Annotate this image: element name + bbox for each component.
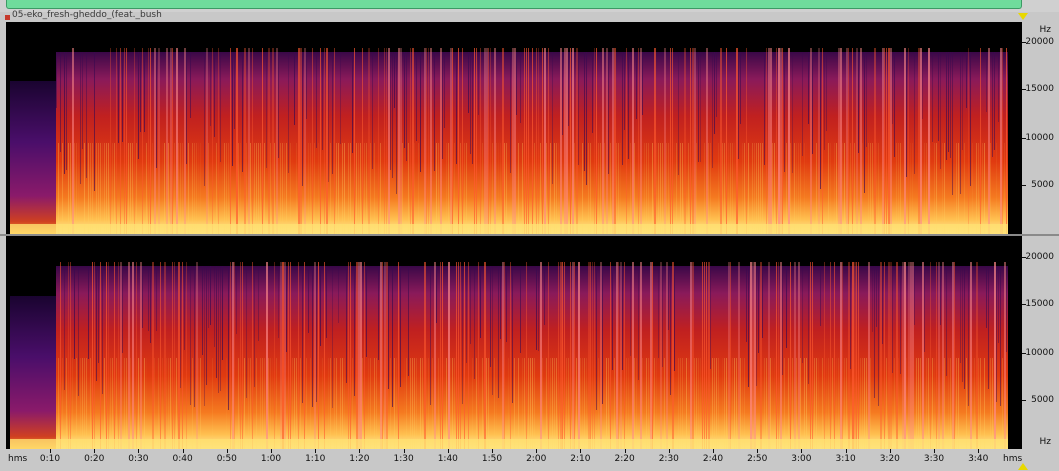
time-tick-label: 3:00 — [791, 454, 812, 464]
track-title: 05-eko_fresh-gheddo_(feat._bush — [12, 10, 162, 20]
time-tick-label: 1:20 — [349, 454, 370, 464]
time-tick-label: 3:20 — [879, 454, 900, 464]
spectrogram-channel-right[interactable] — [6, 236, 1022, 449]
time-tick-label: 0:20 — [84, 454, 105, 464]
freq-tick — [1022, 400, 1026, 401]
time-tick-label: 0:50 — [216, 454, 237, 464]
time-tick — [536, 449, 538, 453]
time-tick-label: 2:40 — [702, 454, 724, 464]
time-tick-label: 1:00 — [260, 454, 282, 464]
time-tick — [934, 449, 935, 453]
spectrogram-channel-left[interactable] — [6, 22, 1022, 234]
time-tick-label: 1:40 — [437, 454, 458, 464]
time-tick-label: 2:10 — [570, 454, 591, 464]
freq-tick-label: 5000 — [1031, 395, 1054, 405]
time-tick — [94, 449, 96, 453]
time-tick-label: 3:40 — [968, 454, 989, 464]
time-tick — [624, 449, 626, 453]
track-marker-icon — [5, 15, 10, 20]
time-tick-label: 2:00 — [526, 454, 547, 464]
time-tick-label: 2:30 — [658, 454, 679, 464]
frequency-axis-left-channel: Hz 20000 15000 10000 5000 — [1022, 22, 1059, 234]
spectrogram-right-canvas[interactable] — [6, 236, 1022, 449]
freq-tick — [1022, 185, 1026, 186]
time-tick-label: 3:30 — [923, 454, 945, 464]
freq-tick-label: 5000 — [1031, 180, 1054, 190]
scrollbar-thumb[interactable] — [6, 0, 1022, 9]
time-tick — [138, 449, 140, 453]
freq-tick-label: 20000 — [1025, 37, 1054, 47]
time-tick — [359, 449, 361, 453]
time-tick — [713, 449, 714, 453]
time-tick — [668, 449, 670, 453]
spectrogram-left-canvas[interactable] — [6, 22, 1022, 234]
freq-tick-label: 15000 — [1025, 299, 1054, 309]
time-tick-label: 2:50 — [747, 454, 768, 464]
time-tick-label: 0:30 — [128, 454, 149, 464]
time-tick — [447, 449, 449, 453]
time-tick-label: 1:30 — [393, 454, 414, 464]
time-unit-label: hms — [8, 454, 28, 464]
freq-unit-label: Hz — [1039, 25, 1052, 35]
time-tick — [315, 449, 317, 453]
time-tick-label: 0:40 — [172, 454, 193, 464]
time-tick-label: 0:10 — [39, 454, 61, 464]
time-tick — [403, 449, 405, 453]
freq-tick-label: 10000 — [1025, 133, 1054, 143]
time-tick-label: 3:10 — [835, 454, 856, 464]
playhead-marker-icon[interactable] — [1018, 13, 1028, 20]
time-ruler[interactable]: hms hms 0:10 0:20 0:30 0:40 0:50 1:00 1:10 1:20… — [0, 449, 1059, 471]
time-tick — [757, 449, 759, 453]
time-tick — [978, 449, 980, 453]
time-tick — [226, 449, 228, 453]
freq-unit-label: Hz — [1039, 437, 1052, 447]
time-tick-label: 2:20 — [614, 454, 635, 464]
time-tick-label: 1:10 — [305, 454, 326, 464]
end-marker-icon[interactable] — [1018, 463, 1028, 470]
time-tick — [271, 449, 272, 453]
frequency-axis-right-channel: Hz 20000 15000 10000 5000 — [1022, 236, 1059, 449]
time-tick-label: 1:50 — [481, 454, 503, 464]
time-tick — [182, 449, 184, 453]
time-tick — [580, 449, 582, 453]
freq-tick-label: 20000 — [1025, 252, 1054, 262]
time-tick — [492, 449, 493, 453]
time-tick — [845, 449, 847, 453]
track-header: 05-eko_fresh-gheddo_(feat._bush — [0, 10, 1059, 22]
freq-tick-label: 10000 — [1025, 348, 1054, 358]
freq-tick-label: 15000 — [1025, 84, 1054, 94]
time-tick — [50, 449, 51, 453]
time-tick — [889, 449, 891, 453]
time-tick — [801, 449, 803, 453]
